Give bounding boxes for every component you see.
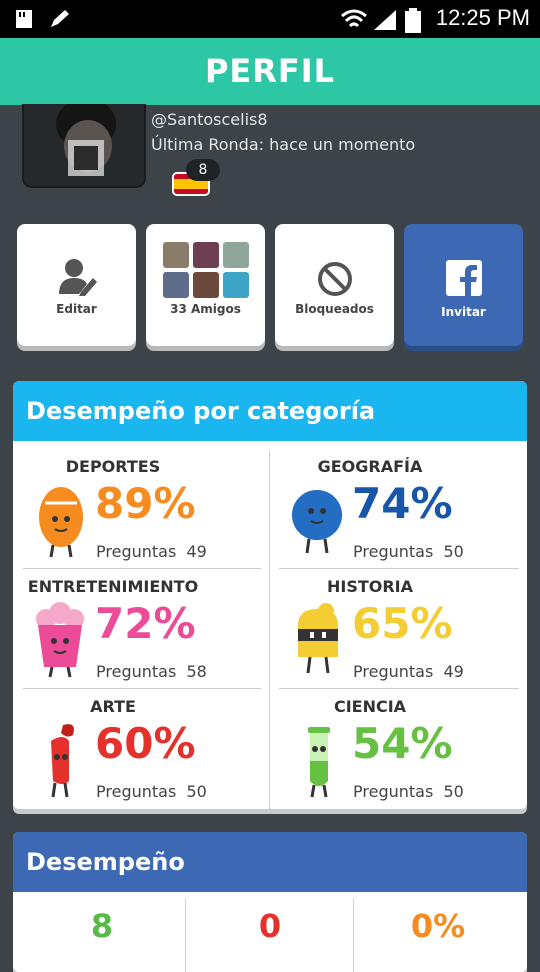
geography-mascot-icon — [292, 490, 342, 554]
category-art[interactable]: ARTE 60% Preguntas 50 — [13, 689, 258, 807]
category-name: ARTE — [90, 697, 136, 716]
category-percent: 89% — [95, 479, 196, 528]
questions-count: 49 — [443, 662, 464, 681]
category-name: GEOGRAFÍA — [317, 457, 423, 476]
level-badge: 8 — [186, 159, 220, 181]
username: @Santoscelis8 — [151, 110, 268, 129]
questions-label: Preguntas — [353, 782, 434, 801]
category-sports[interactable]: DEPORTES 89% Preguntas 49 — [13, 449, 258, 567]
history-mascot-icon — [298, 603, 338, 674]
category-card-title: Desempeño por categoría — [13, 381, 527, 441]
performance-card-title: Desempeño — [13, 832, 527, 892]
wifi-icon — [341, 9, 367, 28]
block-icon — [318, 262, 352, 296]
category-questions: Preguntas 50 — [353, 782, 464, 801]
category-history[interactable]: HISTORIA 65% Preguntas 49 — [270, 569, 515, 687]
category-name: CIENCIA — [333, 697, 407, 716]
performance-card: Desempeño 8 0 0% — [13, 832, 527, 972]
art-mascot-icon — [51, 724, 74, 798]
questions-label: Preguntas — [353, 662, 434, 681]
category-name: ENTRETENIMIENTO — [27, 577, 199, 596]
category-percent: 74% — [352, 479, 453, 528]
category-name: HISTORIA — [326, 577, 414, 596]
entertainment-mascot-icon — [36, 602, 84, 678]
category-questions: Preguntas 49 — [353, 662, 464, 681]
pencil-icon — [51, 10, 69, 27]
blocked-label: Bloqueados — [295, 302, 374, 316]
page-title: PERFIL — [204, 52, 336, 90]
science-mascot-icon — [308, 727, 330, 798]
app-bar: PERFIL — [0, 38, 540, 105]
questions-label: Preguntas — [96, 662, 177, 681]
category-percent: 60% — [95, 719, 196, 768]
avatar-photo — [24, 104, 144, 186]
questions-count: 49 — [186, 542, 207, 561]
invite-button[interactable]: Invitar — [404, 224, 523, 346]
edit-label: Editar — [56, 302, 97, 316]
category-performance-card: Desempeño por categoría DEPORTES 89% Pre… — [13, 381, 527, 809]
clock: 12:25 PM — [435, 5, 530, 30]
battery-icon — [405, 8, 421, 33]
stat-value: 0% — [410, 907, 466, 945]
questions-count: 50 — [443, 782, 464, 801]
questions-count: 50 — [186, 782, 207, 801]
questions-label: Preguntas — [96, 782, 177, 801]
blocked-button[interactable]: Bloqueados — [275, 224, 394, 346]
category-percent: 72% — [95, 599, 196, 648]
category-questions: Preguntas 49 — [96, 542, 207, 561]
category-questions: Preguntas 50 — [353, 542, 464, 561]
edit-button[interactable]: Editar — [17, 224, 136, 346]
category-percent: 65% — [352, 599, 453, 648]
questions-label: Preguntas — [353, 542, 434, 561]
friends-grid — [163, 242, 249, 298]
signal-icon — [374, 10, 396, 30]
category-name: DEPORTES — [65, 457, 161, 476]
status-bar: 12:25 PM — [0, 0, 540, 38]
friends-label: 33 Amigos — [170, 302, 241, 316]
invite-label: Invitar — [441, 305, 486, 319]
stat-value: 0 — [258, 907, 282, 945]
category-questions: Preguntas 58 — [96, 662, 207, 681]
category-percent: 54% — [352, 719, 453, 768]
sports-mascot-icon — [39, 487, 83, 558]
avatar[interactable] — [22, 104, 146, 188]
last-round: Última Ronda: hace un momento — [151, 135, 416, 154]
questions-count: 50 — [443, 542, 464, 561]
category-science[interactable]: CIENCIA 54% Preguntas 50 — [270, 689, 515, 807]
friends-button[interactable]: 33 Amigos — [146, 224, 265, 346]
questions-label: Preguntas — [96, 542, 177, 561]
facebook-icon — [446, 260, 482, 296]
edit-user-icon — [59, 259, 97, 296]
category-entertainment[interactable]: ENTRETENIMIENTO 72% Preguntas 58 — [13, 569, 258, 687]
stat-value: 8 — [90, 907, 114, 945]
category-questions: Preguntas 50 — [96, 782, 207, 801]
category-geography[interactable]: GEOGRAFÍA 74% Preguntas 50 — [270, 449, 515, 567]
sd-card-icon — [16, 10, 32, 28]
questions-count: 58 — [186, 662, 207, 681]
